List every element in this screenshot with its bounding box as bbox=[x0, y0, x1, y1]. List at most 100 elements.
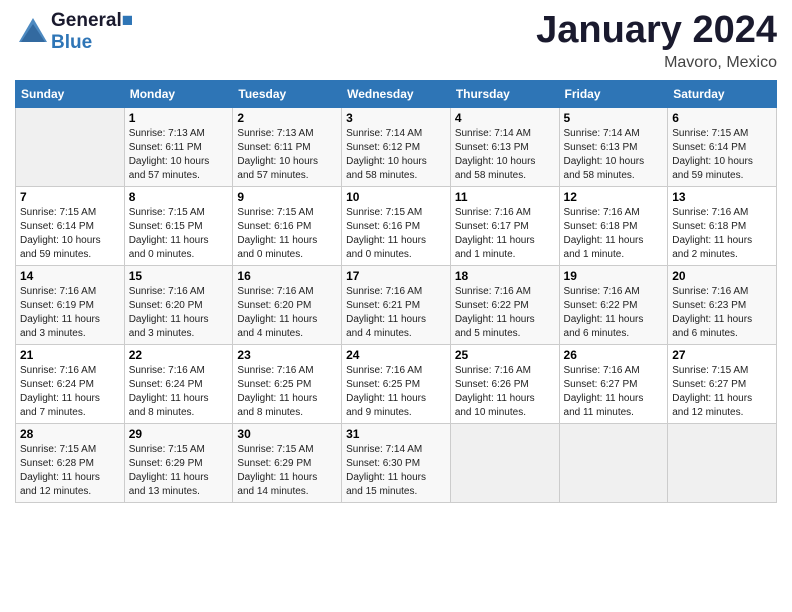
day-info: Sunrise: 7:15 AM Sunset: 6:16 PM Dayligh… bbox=[346, 206, 446, 262]
day-info: Sunrise: 7:15 AM Sunset: 6:14 PM Dayligh… bbox=[672, 127, 772, 183]
day-info: Sunrise: 7:15 AM Sunset: 6:28 PM Dayligh… bbox=[20, 443, 120, 499]
day-number: 8 bbox=[129, 190, 229, 204]
weekday-header-monday: Monday bbox=[124, 80, 233, 107]
month-title: January 2024 bbox=[536, 10, 777, 52]
week-row-4: 21 Sunrise: 7:16 AM Sunset: 6:24 PM Dayli… bbox=[16, 344, 777, 423]
calendar-cell: 7 Sunrise: 7:15 AM Sunset: 6:14 PM Daylig… bbox=[16, 186, 125, 265]
calendar-cell: 2Sunrise: 7:13 AM Sunset: 6:11 PM Daylig… bbox=[233, 107, 342, 186]
day-info: Sunrise: 7:14 AM Sunset: 6:13 PM Dayligh… bbox=[455, 127, 555, 183]
day-info: Sunrise: 7:16 AM Sunset: 6:22 PM Dayligh… bbox=[564, 285, 664, 341]
calendar-cell: 25 Sunrise: 7:16 AM Sunset: 6:26 PM Dayli… bbox=[450, 344, 559, 423]
day-info: Sunrise: 7:16 AM Sunset: 6:25 PM Dayligh… bbox=[346, 364, 446, 420]
calendar-cell: 27 Sunrise: 7:15 AM Sunset: 6:27 PM Dayli… bbox=[668, 344, 777, 423]
logo-line1: General■ bbox=[51, 10, 133, 32]
day-info: Sunrise: 7:16 AM Sunset: 6:19 PM Dayligh… bbox=[20, 285, 120, 341]
day-number: 29 bbox=[129, 427, 229, 441]
week-row-5: 28Sunrise: 7:15 AM Sunset: 6:28 PM Dayli… bbox=[16, 423, 777, 502]
weekday-header-sunday: Sunday bbox=[16, 80, 125, 107]
day-number: 25 bbox=[455, 348, 555, 362]
calendar-cell: 30 Sunrise: 7:15 AM Sunset: 6:29 PM Dayli… bbox=[233, 423, 342, 502]
weekday-header-saturday: Saturday bbox=[668, 80, 777, 107]
day-number: 10 bbox=[346, 190, 446, 204]
day-number: 19 bbox=[564, 269, 664, 283]
calendar-cell: 6 Sunrise: 7:15 AM Sunset: 6:14 PM Daylig… bbox=[668, 107, 777, 186]
calendar-cell: 24Sunrise: 7:16 AM Sunset: 6:25 PM Dayli… bbox=[342, 344, 451, 423]
day-info: Sunrise: 7:16 AM Sunset: 6:18 PM Dayligh… bbox=[672, 206, 772, 262]
day-info: Sunrise: 7:16 AM Sunset: 6:21 PM Dayligh… bbox=[346, 285, 446, 341]
calendar-cell: 5 Sunrise: 7:14 AM Sunset: 6:13 PM Daylig… bbox=[559, 107, 668, 186]
calendar-cell: 12 Sunrise: 7:16 AM Sunset: 6:18 PM Dayli… bbox=[559, 186, 668, 265]
calendar-cell: 11Sunrise: 7:16 AM Sunset: 6:17 PM Dayli… bbox=[450, 186, 559, 265]
day-number: 20 bbox=[672, 269, 772, 283]
day-number: 18 bbox=[455, 269, 555, 283]
calendar-cell: 14 Sunrise: 7:16 AM Sunset: 6:19 PM Dayli… bbox=[16, 265, 125, 344]
calendar-cell: 21 Sunrise: 7:16 AM Sunset: 6:24 PM Dayli… bbox=[16, 344, 125, 423]
weekday-header-row: SundayMondayTuesdayWednesdayThursdayFrid… bbox=[16, 80, 777, 107]
day-info: Sunrise: 7:16 AM Sunset: 6:20 PM Dayligh… bbox=[237, 285, 337, 341]
calendar-cell: 9 Sunrise: 7:15 AM Sunset: 6:16 PM Daylig… bbox=[233, 186, 342, 265]
day-number: 12 bbox=[564, 190, 664, 204]
day-info: Sunrise: 7:16 AM Sunset: 6:24 PM Dayligh… bbox=[129, 364, 229, 420]
calendar-cell: 28Sunrise: 7:15 AM Sunset: 6:28 PM Dayli… bbox=[16, 423, 125, 502]
day-number: 30 bbox=[237, 427, 337, 441]
day-info: Sunrise: 7:16 AM Sunset: 6:25 PM Dayligh… bbox=[237, 364, 337, 420]
calendar-cell: 10 Sunrise: 7:15 AM Sunset: 6:16 PM Dayli… bbox=[342, 186, 451, 265]
day-number: 4 bbox=[455, 111, 555, 125]
day-info: Sunrise: 7:14 AM Sunset: 6:13 PM Dayligh… bbox=[564, 127, 664, 183]
calendar-cell: 16Sunrise: 7:16 AM Sunset: 6:20 PM Dayli… bbox=[233, 265, 342, 344]
calendar-cell: 15 Sunrise: 7:16 AM Sunset: 6:20 PM Dayli… bbox=[124, 265, 233, 344]
calendar-cell: 19 Sunrise: 7:16 AM Sunset: 6:22 PM Dayli… bbox=[559, 265, 668, 344]
calendar-cell: 23 Sunrise: 7:16 AM Sunset: 6:25 PM Dayli… bbox=[233, 344, 342, 423]
weekday-header-thursday: Thursday bbox=[450, 80, 559, 107]
day-number: 6 bbox=[672, 111, 772, 125]
day-info: Sunrise: 7:14 AM Sunset: 6:12 PM Dayligh… bbox=[346, 127, 446, 183]
week-row-3: 14 Sunrise: 7:16 AM Sunset: 6:19 PM Dayli… bbox=[16, 265, 777, 344]
calendar-cell: 22Sunrise: 7:16 AM Sunset: 6:24 PM Dayli… bbox=[124, 344, 233, 423]
day-info: Sunrise: 7:15 AM Sunset: 6:29 PM Dayligh… bbox=[237, 443, 337, 499]
calendar-cell: 17 Sunrise: 7:16 AM Sunset: 6:21 PM Dayli… bbox=[342, 265, 451, 344]
day-number: 17 bbox=[346, 269, 446, 283]
day-info: Sunrise: 7:16 AM Sunset: 6:24 PM Dayligh… bbox=[20, 364, 120, 420]
calendar-cell: 4 Sunrise: 7:14 AM Sunset: 6:13 PM Daylig… bbox=[450, 107, 559, 186]
location-subtitle: Mavoro, Mexico bbox=[536, 54, 777, 72]
day-number: 27 bbox=[672, 348, 772, 362]
calendar-table: SundayMondayTuesdayWednesdayThursdayFrid… bbox=[15, 80, 777, 503]
calendar-cell: 1Sunrise: 7:13 AM Sunset: 6:11 PM Daylig… bbox=[124, 107, 233, 186]
weekday-header-tuesday: Tuesday bbox=[233, 80, 342, 107]
calendar-cell bbox=[559, 423, 668, 502]
day-info: Sunrise: 7:16 AM Sunset: 6:26 PM Dayligh… bbox=[455, 364, 555, 420]
day-info: Sunrise: 7:15 AM Sunset: 6:16 PM Dayligh… bbox=[237, 206, 337, 262]
calendar-cell: 8Sunrise: 7:15 AM Sunset: 6:15 PM Daylig… bbox=[124, 186, 233, 265]
calendar-cell bbox=[450, 423, 559, 502]
day-number: 7 bbox=[20, 190, 120, 204]
calendar-cell: 13 Sunrise: 7:16 AM Sunset: 6:18 PM Dayli… bbox=[668, 186, 777, 265]
day-number: 13 bbox=[672, 190, 772, 204]
calendar-cell: 31Sunrise: 7:14 AM Sunset: 6:30 PM Dayli… bbox=[342, 423, 451, 502]
calendar-cell: 29 Sunrise: 7:15 AM Sunset: 6:29 PM Dayli… bbox=[124, 423, 233, 502]
week-row-1: 1Sunrise: 7:13 AM Sunset: 6:11 PM Daylig… bbox=[16, 107, 777, 186]
day-number: 15 bbox=[129, 269, 229, 283]
day-info: Sunrise: 7:16 AM Sunset: 6:20 PM Dayligh… bbox=[129, 285, 229, 341]
day-number: 2 bbox=[237, 111, 337, 125]
calendar-cell: 26 Sunrise: 7:16 AM Sunset: 6:27 PM Dayli… bbox=[559, 344, 668, 423]
logo: General■ Blue bbox=[15, 10, 133, 54]
page-header: General■ Blue January 2024 Mavoro, Mexic… bbox=[15, 10, 777, 72]
day-info: Sunrise: 7:16 AM Sunset: 6:23 PM Dayligh… bbox=[672, 285, 772, 341]
day-number: 26 bbox=[564, 348, 664, 362]
day-info: Sunrise: 7:15 AM Sunset: 6:29 PM Dayligh… bbox=[129, 443, 229, 499]
day-number: 9 bbox=[237, 190, 337, 204]
calendar-cell bbox=[668, 423, 777, 502]
calendar-cell bbox=[16, 107, 125, 186]
day-number: 3 bbox=[346, 111, 446, 125]
day-number: 21 bbox=[20, 348, 120, 362]
day-info: Sunrise: 7:16 AM Sunset: 6:18 PM Dayligh… bbox=[564, 206, 664, 262]
day-info: Sunrise: 7:15 AM Sunset: 6:14 PM Dayligh… bbox=[20, 206, 120, 262]
day-number: 14 bbox=[20, 269, 120, 283]
day-info: Sunrise: 7:15 AM Sunset: 6:27 PM Dayligh… bbox=[672, 364, 772, 420]
logo-icon bbox=[15, 14, 51, 50]
day-number: 23 bbox=[237, 348, 337, 362]
day-number: 5 bbox=[564, 111, 664, 125]
day-info: Sunrise: 7:16 AM Sunset: 6:27 PM Dayligh… bbox=[564, 364, 664, 420]
day-info: Sunrise: 7:14 AM Sunset: 6:30 PM Dayligh… bbox=[346, 443, 446, 499]
weekday-header-wednesday: Wednesday bbox=[342, 80, 451, 107]
